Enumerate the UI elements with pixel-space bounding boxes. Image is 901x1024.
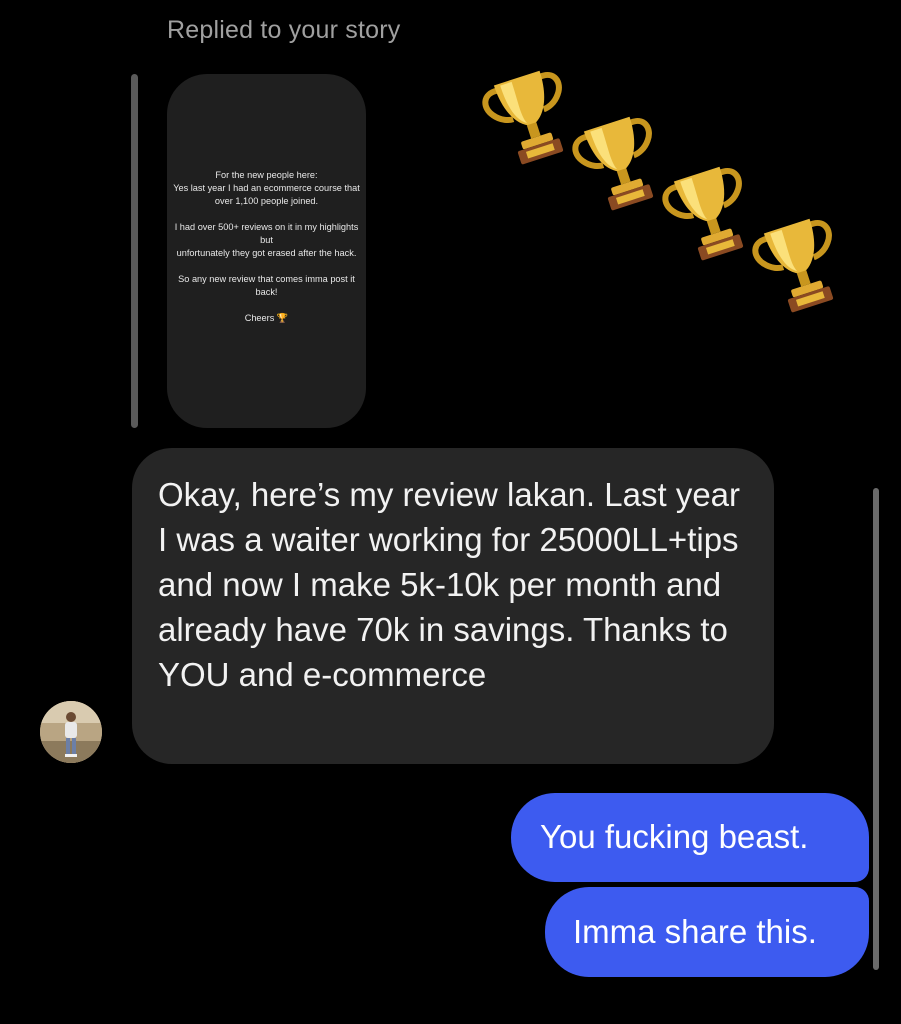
story-line: Cheers 🏆 — [173, 312, 360, 325]
trophy-icon — [478, 64, 582, 174]
story-text: For the new people here: Yes last year I … — [167, 169, 366, 338]
story-line-4: I had over 500+ reviews on it in my high… — [174, 222, 359, 245]
reply-indicator-bar — [131, 74, 138, 428]
outgoing-message-text: Imma share this. — [573, 913, 817, 950]
story-reply-label: Replied to your story — [167, 16, 401, 44]
incoming-message-bubble[interactable]: Okay, here’s my review lakan. Last year … — [132, 448, 774, 764]
outgoing-message-bubble[interactable]: You fucking beast. — [511, 793, 869, 882]
story-line: So any new review that comes imma post i… — [173, 273, 360, 299]
avatar[interactable] — [40, 701, 102, 763]
trophy-icon — [748, 212, 852, 322]
story-line-3: over 1,100 people joined. — [214, 196, 319, 206]
trophy-icon — [568, 110, 672, 220]
outgoing-message-bubble[interactable]: Imma share this. — [545, 887, 869, 977]
trophy-icon — [658, 160, 762, 270]
story-line-2: Yes last year I had an ecommerce course … — [173, 183, 360, 193]
story-line: I had over 500+ reviews on it in my high… — [173, 221, 360, 260]
story-line-6: So any new review that comes imma post i… — [178, 274, 355, 297]
incoming-message-text: Okay, here’s my review lakan. Last year … — [158, 476, 741, 693]
story-line-1: For the new people here: — [215, 170, 318, 180]
story-line: For the new people here: Yes last year I … — [173, 169, 360, 208]
chat-thread: Replied to your story For the new people… — [0, 0, 901, 1024]
story-preview-card[interactable]: For the new people here: Yes last year I … — [167, 74, 366, 428]
story-line-7: Cheers 🏆 — [244, 313, 289, 323]
story-line-5: unfortunately they got erased after the … — [176, 248, 357, 258]
outgoing-message-text: You fucking beast. — [540, 818, 809, 855]
scrollbar[interactable] — [873, 488, 879, 970]
